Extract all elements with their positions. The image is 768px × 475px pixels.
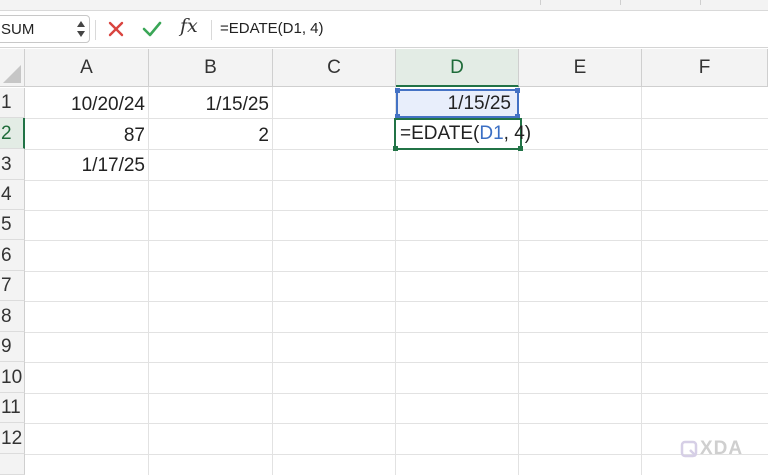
row-header-13[interactable] <box>0 454 25 475</box>
formula-prefix: =EDATE( <box>400 123 480 144</box>
row-header-12[interactable]: 12 <box>0 423 25 454</box>
formula-bar-divider <box>95 20 96 40</box>
row-header-10[interactable]: 10 <box>0 362 25 393</box>
grid-line <box>25 301 768 302</box>
row-header-2[interactable]: 2 <box>0 118 25 149</box>
confirm-icon[interactable] <box>141 19 163 39</box>
cell-d2-formula: =EDATE(D1, 4) <box>400 123 531 145</box>
column-header-f[interactable]: F <box>642 49 768 87</box>
select-all-corner[interactable] <box>0 49 25 87</box>
cell-a1[interactable]: 10/20/24 <box>25 94 145 116</box>
column-header-e[interactable]: E <box>519 49 642 87</box>
row-header-6[interactable]: 6 <box>0 240 25 271</box>
strip-tick <box>540 0 541 5</box>
cancel-icon[interactable] <box>106 19 126 39</box>
cell-a3[interactable]: 1/17/25 <box>25 155 145 177</box>
row-header-8[interactable]: 8 <box>0 301 25 332</box>
cell-d1: 1/15/25 <box>447 93 511 114</box>
formula-suffix: , 4) <box>503 123 532 144</box>
grid-line <box>25 210 768 211</box>
arrow-down-icon <box>77 31 85 37</box>
insert-function-icon[interactable]: fx <box>180 15 198 37</box>
range-handle[interactable] <box>515 88 520 93</box>
row-header-9[interactable]: 9 <box>0 332 25 362</box>
formula-reference: D1 <box>479 123 504 144</box>
name-box-value: SUM <box>1 21 35 38</box>
fill-handle[interactable] <box>518 146 523 151</box>
grid-line <box>25 362 768 363</box>
xda-logo-icon <box>680 440 698 458</box>
grid-line <box>25 180 768 181</box>
grid-line <box>25 332 768 333</box>
select-all-icon <box>3 65 21 83</box>
row-header-11[interactable]: 11 <box>0 393 25 423</box>
column-header-a[interactable]: A <box>25 49 149 87</box>
formula-bar-divider <box>211 20 212 40</box>
formula-input[interactable]: =EDATE(D1, 4) <box>220 20 324 37</box>
strip-tick <box>700 0 701 5</box>
column-header-b[interactable]: B <box>149 49 273 87</box>
grid-line <box>25 423 768 424</box>
cell-b2[interactable]: 2 <box>149 125 269 147</box>
row-header-3[interactable]: 3 <box>0 149 25 180</box>
row-header-5[interactable]: 5 <box>0 210 25 240</box>
formula-bar: SUM fx =EDATE(D1, 4) <box>0 11 768 48</box>
grid-line <box>25 271 768 272</box>
column-header-c[interactable]: C <box>273 49 396 87</box>
fill-handle[interactable] <box>393 146 398 151</box>
cell-d1-reference[interactable]: 1/15/25 <box>395 88 520 119</box>
row-header-7[interactable]: 7 <box>0 271 25 301</box>
grid-line <box>25 393 768 394</box>
name-box[interactable]: SUM <box>0 15 90 43</box>
row-header-4[interactable]: 4 <box>0 180 25 210</box>
arrow-up-icon <box>77 21 85 27</box>
grid-line <box>25 454 768 455</box>
xda-watermark: XDA <box>680 437 743 461</box>
column-header-d[interactable]: D <box>396 49 519 87</box>
row-header-1[interactable]: 1 <box>0 88 25 118</box>
grid-line <box>641 87 642 475</box>
name-box-stepper-icon[interactable] <box>77 19 85 39</box>
cell-d2-editor[interactable]: =EDATE(D1, 4) <box>393 118 531 151</box>
grid-line <box>272 87 273 475</box>
window-top-strip <box>0 0 768 11</box>
range-handle[interactable] <box>395 88 400 93</box>
watermark-text: XDA <box>700 438 744 459</box>
cell-b1[interactable]: 1/15/25 <box>149 94 269 116</box>
cell-a2[interactable]: 87 <box>25 125 145 147</box>
grid-line <box>25 240 768 241</box>
strip-tick <box>620 0 621 5</box>
